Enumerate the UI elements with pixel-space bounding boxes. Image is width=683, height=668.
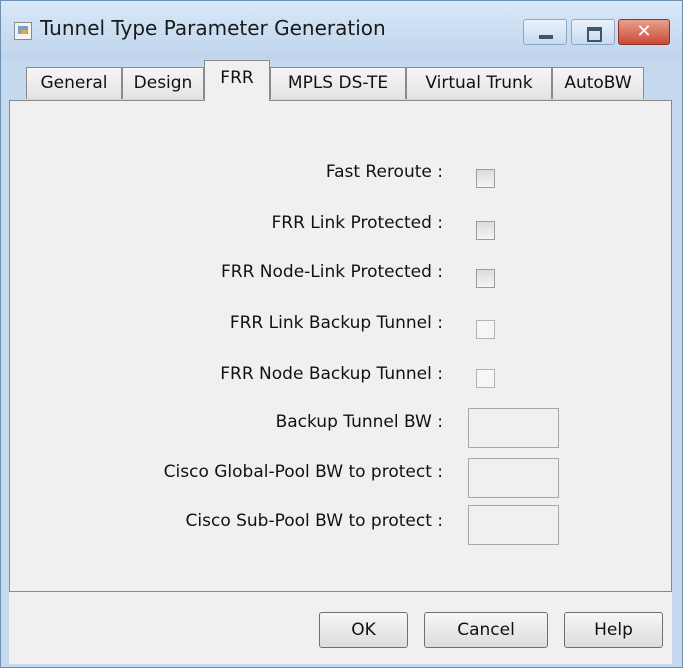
title-bar[interactable]: Tunnel Type Parameter Generation ✕ bbox=[1, 1, 682, 59]
ok-button[interactable]: OK bbox=[319, 612, 408, 648]
frr-panel: Fast Reroute : FRR Link Protected : FRR … bbox=[9, 100, 672, 592]
help-button[interactable]: Help bbox=[564, 612, 663, 648]
frr-link-backup-tunnel-checkbox[interactable] bbox=[476, 320, 495, 339]
frr-node-backup-tunnel-checkbox[interactable] bbox=[476, 369, 495, 388]
tab-frr[interactable]: FRR bbox=[204, 60, 270, 101]
sub-pool-bw-input[interactable] bbox=[468, 505, 559, 545]
tab-general[interactable]: General bbox=[26, 67, 122, 99]
backup-tunnel-bw-input[interactable] bbox=[468, 408, 559, 448]
backup-tunnel-bw-label: Backup Tunnel BW : bbox=[275, 412, 443, 432]
frr-node-link-protected-label: FRR Node-Link Protected : bbox=[220, 262, 443, 282]
frr-node-backup-tunnel-label: FRR Node Backup Tunnel : bbox=[220, 364, 443, 384]
frr-link-protected-label: FRR Link Protected : bbox=[271, 213, 443, 233]
window-title: Tunnel Type Parameter Generation bbox=[40, 16, 386, 40]
global-pool-bw-input[interactable] bbox=[468, 458, 559, 498]
cancel-button[interactable]: Cancel bbox=[424, 612, 548, 648]
frr-link-protected-checkbox[interactable] bbox=[476, 221, 495, 240]
minimize-button[interactable] bbox=[523, 19, 567, 45]
fast-reroute-checkbox[interactable] bbox=[476, 169, 495, 188]
tab-bar: General Design FRR MPLS DS-TE Virtual Tr… bbox=[9, 59, 674, 101]
tab-autobw[interactable]: AutoBW bbox=[552, 67, 644, 99]
close-button[interactable]: ✕ bbox=[618, 19, 670, 45]
close-icon: ✕ bbox=[636, 21, 652, 42]
button-bar: OK Cancel Help bbox=[9, 592, 672, 664]
tab-virtual-trunk[interactable]: Virtual Trunk bbox=[406, 67, 552, 99]
sub-pool-bw-label: Cisco Sub-Pool BW to protect : bbox=[185, 511, 443, 531]
maximize-button[interactable] bbox=[571, 19, 615, 45]
java-app-icon[interactable] bbox=[14, 22, 32, 40]
frr-link-backup-tunnel-label: FRR Link Backup Tunnel : bbox=[229, 313, 443, 333]
tab-design[interactable]: Design bbox=[122, 67, 204, 99]
fast-reroute-label: Fast Reroute : bbox=[325, 162, 443, 182]
dialog-window: Tunnel Type Parameter Generation ✕ Gener… bbox=[0, 0, 683, 668]
frr-node-link-protected-checkbox[interactable] bbox=[476, 269, 495, 288]
tab-mpls-ds-te[interactable]: MPLS DS-TE bbox=[270, 67, 406, 99]
global-pool-bw-label: Cisco Global-Pool BW to protect : bbox=[163, 462, 443, 482]
